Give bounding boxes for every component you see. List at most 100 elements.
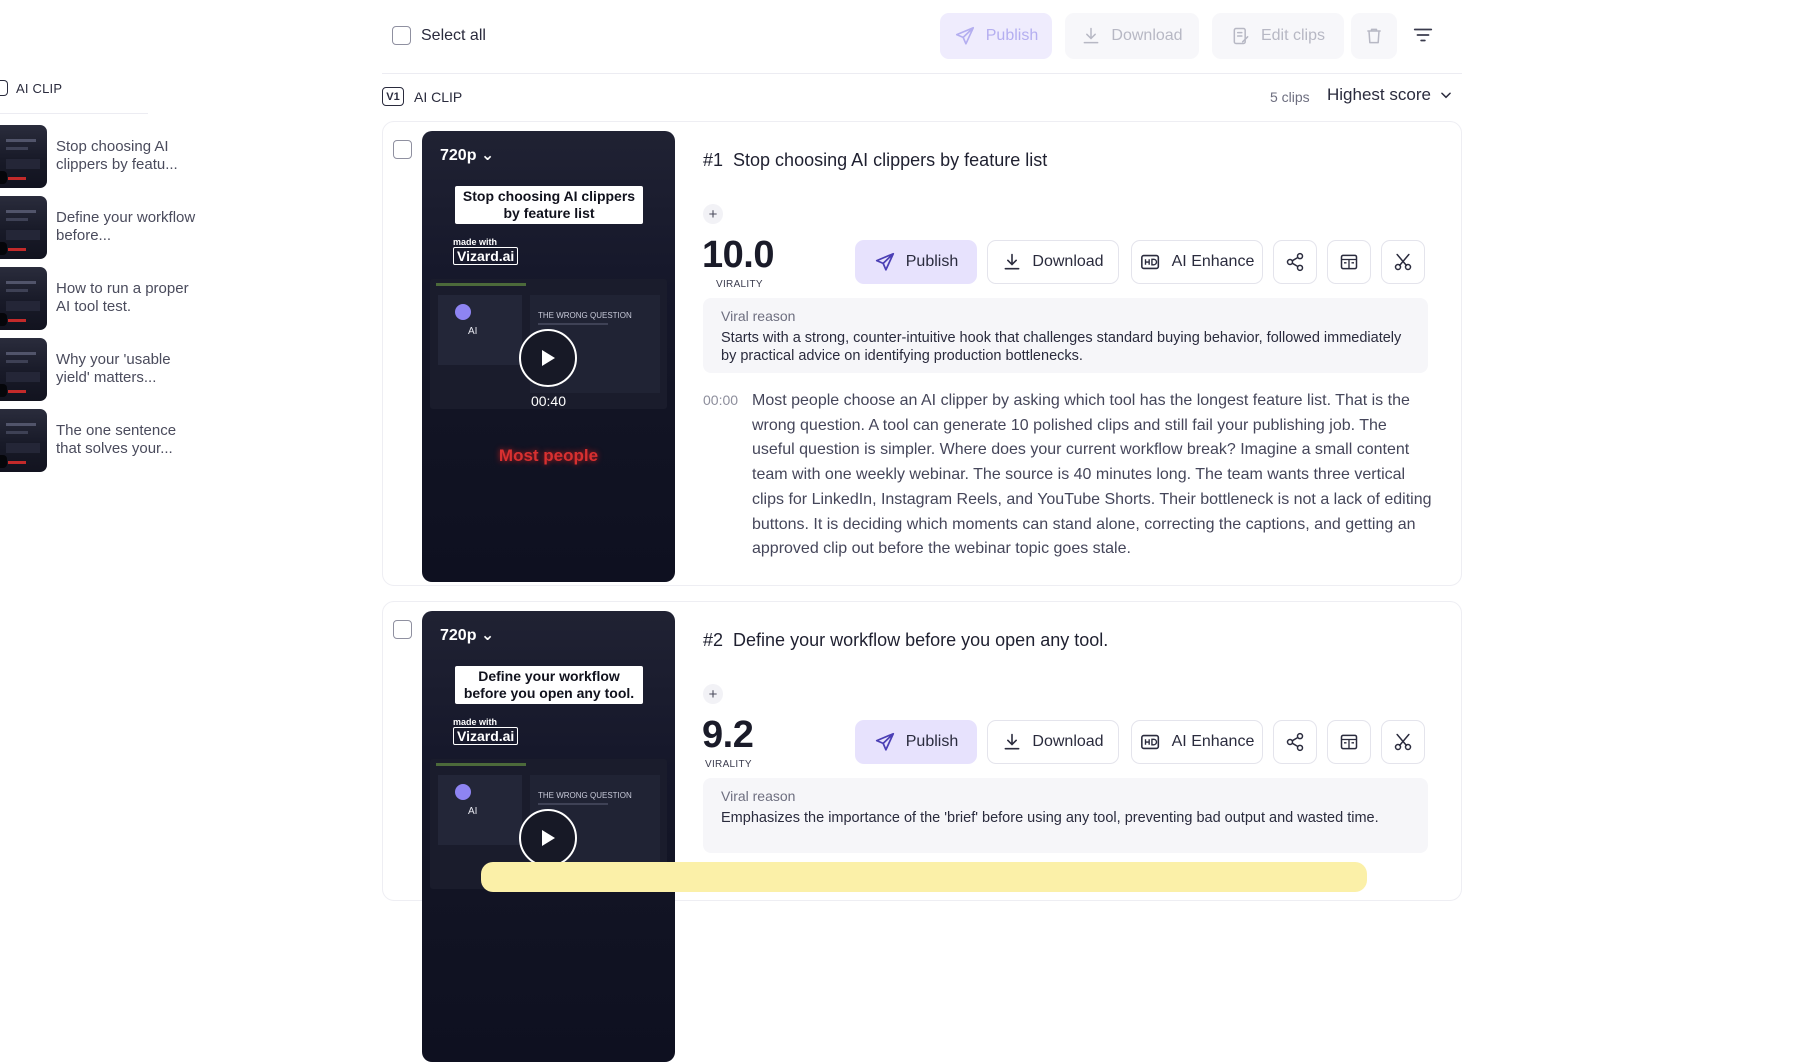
screen-heading: THE WRONG QUESTION (538, 311, 632, 320)
sidebar-item-label: How to run a proper AI tool test. (56, 280, 189, 315)
download-icon (1004, 253, 1020, 270)
send-icon (875, 252, 894, 271)
bulk-publish-button[interactable]: Publish (940, 13, 1052, 59)
video-duration: 00:40 (530, 393, 567, 409)
download-icon (1004, 733, 1020, 750)
send-icon (875, 732, 894, 751)
toolbar-divider (382, 73, 1462, 74)
resolution-dropdown[interactable]: 720p ⌄ (440, 145, 494, 165)
resolution-value: 720p (440, 147, 477, 164)
clip-thumbnail (0, 124, 47, 188)
sort-dropdown[interactable]: Highest score (1327, 85, 1453, 105)
layout-button[interactable] (1327, 720, 1371, 764)
viral-reason-box: Viral reason Starts with a strong, count… (703, 298, 1428, 373)
screen-ai-label: AI (468, 326, 478, 337)
edit-clips-button[interactable]: Edit clips (1212, 13, 1344, 59)
bulk-publish-label: Publish (985, 27, 1039, 44)
add-tag-button[interactable]: + (703, 684, 723, 704)
video-preview[interactable]: 720p ⌄ Stop choosing AI clippers by feat… (422, 131, 675, 582)
ai-enhance-label: AI Enhance (1171, 733, 1255, 750)
filter-icon (1413, 28, 1433, 42)
resolution-value: 720p (440, 627, 477, 644)
play-icon (542, 830, 555, 846)
delete-button[interactable] (1351, 13, 1397, 59)
clip-sidebar: AI CLIP Stop choosing AI clippers by fea… (0, 0, 200, 872)
play-button[interactable] (519, 329, 577, 387)
clip-select-checkbox[interactable] (393, 140, 412, 159)
sidebar-item-clip-2[interactable]: Define your workflow before... (0, 195, 200, 259)
viral-reason-text: Starts with a strong, counter-intuitive … (721, 330, 1402, 364)
brand-watermark: Vizard.ai (453, 247, 519, 265)
scissors-icon (1394, 733, 1412, 751)
download-button[interactable]: Download (987, 720, 1119, 764)
publish-label: Publish (905, 733, 959, 750)
sidebar-item-clip-1[interactable]: Stop choosing AI clippers by featu... (0, 124, 200, 188)
filter-button[interactable] (1412, 24, 1434, 46)
clip-rank: #2 (703, 630, 724, 650)
clip-rank: #1 (703, 150, 724, 170)
video-overlay-title: Stop choosing AI clippers by feature lis… (455, 186, 643, 224)
cut-button[interactable] (1381, 720, 1425, 764)
ai-enhance-button[interactable]: AI Enhance (1131, 240, 1263, 284)
select-all[interactable]: Select all (392, 26, 486, 45)
sort-value: Highest score (1327, 85, 1431, 104)
resolution-dropdown[interactable]: 720p ⌄ (440, 625, 494, 645)
version-badge-icon (0, 80, 8, 96)
hd-icon (1140, 734, 1159, 750)
sidebar-item-clip-4[interactable]: Why your 'usable yield' matters... (0, 337, 200, 401)
clip-thumbnail (0, 337, 47, 401)
share-button[interactable] (1273, 240, 1317, 284)
edit-clips-label: Edit clips (1260, 27, 1326, 44)
clip-select-checkbox[interactable] (393, 620, 412, 639)
clip-card: 720p ⌄ Stop choosing AI clippers by feat… (382, 121, 1462, 586)
bulk-download-button[interactable]: Download (1065, 13, 1199, 59)
share-icon (1286, 252, 1304, 272)
clip-title[interactable]: #1 Stop choosing AI clippers by feature l… (703, 150, 1047, 171)
cut-button[interactable] (1381, 240, 1425, 284)
viral-reason-text: Emphasizes the importance of the 'brief'… (721, 810, 1379, 826)
clip-title-text: Stop choosing AI clippers by feature lis… (733, 150, 1048, 170)
clip-count: 5 clips (1270, 89, 1310, 105)
sidebar-item-label: The one sentence that solves your... (56, 422, 177, 457)
download-label: Download (1032, 253, 1104, 270)
transcript-timestamp[interactable]: 00:00 (703, 392, 738, 408)
viral-reason-label: Viral reason (721, 788, 796, 804)
hd-icon (1140, 254, 1159, 270)
virality-label: VIRALITY (705, 759, 752, 770)
send-icon (955, 26, 974, 45)
share-icon (1286, 732, 1304, 752)
viral-reason-label: Viral reason (721, 308, 796, 324)
transcript-text: Most people choose an AI clipper by aski… (752, 392, 1432, 558)
sidebar-header: AI CLIP (0, 80, 62, 96)
screen-heading: THE WRONG QUESTION (538, 791, 632, 800)
sidebar-item-label: Why your 'usable yield' matters... (56, 351, 171, 386)
sidebar-item-label: Stop choosing AI clippers by featu... (56, 138, 178, 173)
share-button[interactable] (1273, 720, 1317, 764)
clip-thumbnail (0, 266, 47, 330)
avatar-dot (455, 304, 471, 320)
ai-enhance-button[interactable]: AI Enhance (1131, 720, 1263, 764)
add-tag-button[interactable]: + (703, 204, 723, 224)
layout-button[interactable] (1327, 240, 1371, 284)
publish-button[interactable]: Publish (855, 720, 977, 764)
layout-icon (1340, 734, 1358, 750)
viral-reason-box: Viral reason Emphasizes the importance o… (703, 778, 1428, 853)
sidebar-item-clip-3[interactable]: How to run a proper AI tool test. (0, 266, 200, 330)
clip-card: 720p ⌄ Define your workflow before you o… (382, 601, 1462, 1062)
select-all-checkbox[interactable] (392, 26, 411, 45)
virality-label: VIRALITY (716, 279, 763, 290)
virality-score: 10.0 (702, 234, 774, 276)
download-button[interactable]: Download (987, 240, 1119, 284)
sidebar-item-clip-5[interactable]: The one sentence that solves your... (0, 408, 200, 472)
virality-score: 9.2 (702, 714, 754, 756)
sidebar-item-label: Define your workflow before... (56, 209, 196, 244)
video-preview[interactable]: 720p ⌄ Define your workflow before you o… (422, 611, 675, 1062)
notification-toast[interactable] (481, 862, 1367, 892)
video-caption: Most people (498, 446, 599, 465)
publish-button[interactable]: Publish (855, 240, 977, 284)
play-icon (542, 350, 555, 366)
scissors-icon (1394, 253, 1412, 271)
clip-title[interactable]: #2 Define your workflow before you open a… (703, 630, 1108, 651)
download-icon (1084, 27, 1099, 44)
play-button[interactable] (519, 809, 577, 867)
